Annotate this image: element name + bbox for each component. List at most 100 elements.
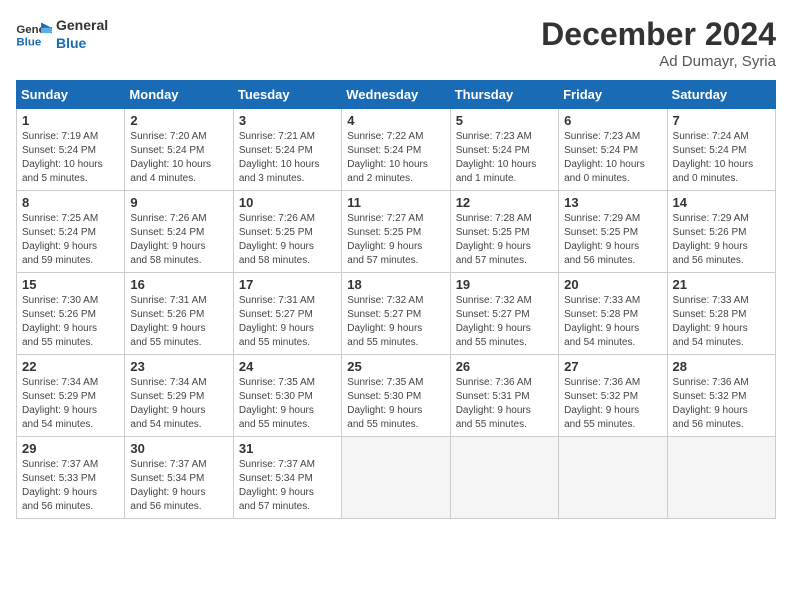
day-info: Sunrise: 7:26 AM Sunset: 5:25 PM Dayligh…: [239, 212, 336, 268]
day-number: 14: [673, 195, 770, 210]
day-number: 31: [239, 441, 336, 456]
location: Ad Dumayr, Syria: [541, 53, 776, 70]
calendar-cell-30: 30 Sunrise: 7:37 AM Sunset: 5:34 PM Dayli…: [125, 437, 233, 519]
day-number: 27: [564, 359, 661, 374]
calendar-cell-17: 17 Sunrise: 7:31 AM Sunset: 5:27 PM Dayli…: [233, 273, 341, 355]
day-number: 10: [239, 195, 336, 210]
day-info: Sunrise: 7:35 AM Sunset: 5:30 PM Dayligh…: [239, 376, 336, 432]
page-header: General Blue General Blue December 2024 …: [16, 16, 776, 70]
svg-text:Blue: Blue: [16, 37, 41, 49]
calendar-cell-24: 24 Sunrise: 7:35 AM Sunset: 5:30 PM Dayli…: [233, 355, 341, 437]
day-info: Sunrise: 7:22 AM Sunset: 5:24 PM Dayligh…: [347, 130, 444, 186]
day-number: 25: [347, 359, 444, 374]
calendar-cell-3: 3 Sunrise: 7:21 AM Sunset: 5:24 PM Daylig…: [233, 109, 341, 191]
calendar-cell-14: 14Sunrise: 7:29 AM Sunset: 5:26 PM Dayli…: [667, 191, 775, 273]
calendar-cell-19: 19 Sunrise: 7:32 AM Sunset: 5:27 PM Dayli…: [450, 273, 558, 355]
day-number: 28: [673, 359, 770, 374]
day-info: Sunrise: 7:32 AM Sunset: 5:27 PM Dayligh…: [347, 294, 444, 350]
day-info: Sunrise: 7:33 AM Sunset: 5:28 PM Dayligh…: [564, 294, 661, 350]
day-info: Sunrise: 7:34 AM Sunset: 5:29 PM Dayligh…: [130, 376, 227, 432]
day-info: Sunrise: 7:28 AM Sunset: 5:25 PM Dayligh…: [456, 212, 553, 268]
day-info: Sunrise: 7:36 AM Sunset: 5:32 PM Dayligh…: [673, 376, 770, 432]
day-number: 30: [130, 441, 227, 456]
day-info: Sunrise: 7:19 AM Sunset: 5:24 PM Dayligh…: [22, 130, 119, 186]
calendar-cell-6: 6 Sunrise: 7:23 AM Sunset: 5:24 PM Daylig…: [559, 109, 667, 191]
empty-cell: [450, 437, 558, 519]
calendar-cell-22: 22 Sunrise: 7:34 AM Sunset: 5:29 PM Dayli…: [17, 355, 125, 437]
calendar-cell-9: 9 Sunrise: 7:26 AM Sunset: 5:24 PM Daylig…: [125, 191, 233, 273]
day-number: 2: [130, 113, 227, 128]
day-info: Sunrise: 7:21 AM Sunset: 5:24 PM Dayligh…: [239, 130, 336, 186]
calendar-cell-29: 29 Sunrise: 7:37 AM Sunset: 5:33 PM Dayli…: [17, 437, 125, 519]
day-info: Sunrise: 7:26 AM Sunset: 5:24 PM Dayligh…: [130, 212, 227, 268]
logo-subtext: Blue: [56, 34, 108, 52]
day-number: 9: [130, 195, 227, 210]
day-info: Sunrise: 7:31 AM Sunset: 5:26 PM Dayligh…: [130, 294, 227, 350]
day-number: 26: [456, 359, 553, 374]
calendar-cell-18: 18 Sunrise: 7:32 AM Sunset: 5:27 PM Dayli…: [342, 273, 450, 355]
calendar-cell-25: 25 Sunrise: 7:35 AM Sunset: 5:30 PM Dayli…: [342, 355, 450, 437]
title-block: December 2024 Ad Dumayr, Syria: [541, 16, 776, 70]
day-number: 3: [239, 113, 336, 128]
day-number: 11: [347, 195, 444, 210]
logo-text: General: [56, 16, 108, 34]
day-number: 8: [22, 195, 119, 210]
month-title: December 2024: [541, 16, 776, 53]
day-number: 16: [130, 277, 227, 292]
day-number: 19: [456, 277, 553, 292]
day-info: Sunrise: 7:30 AM Sunset: 5:26 PM Dayligh…: [22, 294, 119, 350]
weekday-header-friday: Friday: [559, 81, 667, 109]
day-number: 6: [564, 113, 661, 128]
day-info: Sunrise: 7:23 AM Sunset: 5:24 PM Dayligh…: [564, 130, 661, 186]
day-number: 24: [239, 359, 336, 374]
day-number: 29: [22, 441, 119, 456]
day-number: 18: [347, 277, 444, 292]
empty-cell: [559, 437, 667, 519]
calendar-cell-8: 8 Sunrise: 7:25 AM Sunset: 5:24 PM Daylig…: [17, 191, 125, 273]
day-number: 4: [347, 113, 444, 128]
day-number: 17: [239, 277, 336, 292]
day-info: Sunrise: 7:29 AM Sunset: 5:25 PM Dayligh…: [564, 212, 661, 268]
calendar-cell-16: 16 Sunrise: 7:31 AM Sunset: 5:26 PM Dayli…: [125, 273, 233, 355]
day-info: Sunrise: 7:25 AM Sunset: 5:24 PM Dayligh…: [22, 212, 119, 268]
day-number: 13: [564, 195, 661, 210]
logo-icon: General Blue: [16, 19, 52, 49]
day-number: 12: [456, 195, 553, 210]
empty-cell: [667, 437, 775, 519]
calendar-cell-26: 26 Sunrise: 7:36 AM Sunset: 5:31 PM Dayli…: [450, 355, 558, 437]
weekday-header-sunday: Sunday: [17, 81, 125, 109]
day-info: Sunrise: 7:36 AM Sunset: 5:31 PM Dayligh…: [456, 376, 553, 432]
calendar-cell-15: 15 Sunrise: 7:30 AM Sunset: 5:26 PM Dayli…: [17, 273, 125, 355]
day-info: Sunrise: 7:24 AM Sunset: 5:24 PM Dayligh…: [673, 130, 770, 186]
day-info: Sunrise: 7:34 AM Sunset: 5:29 PM Dayligh…: [22, 376, 119, 432]
day-info: Sunrise: 7:20 AM Sunset: 5:24 PM Dayligh…: [130, 130, 227, 186]
day-number: 20: [564, 277, 661, 292]
day-info: Sunrise: 7:33 AM Sunset: 5:28 PM Dayligh…: [673, 294, 770, 350]
calendar-cell-11: 11Sunrise: 7:27 AM Sunset: 5:25 PM Dayli…: [342, 191, 450, 273]
calendar-cell-27: 27Sunrise: 7:36 AM Sunset: 5:32 PM Dayli…: [559, 355, 667, 437]
day-info: Sunrise: 7:35 AM Sunset: 5:30 PM Dayligh…: [347, 376, 444, 432]
day-info: Sunrise: 7:37 AM Sunset: 5:33 PM Dayligh…: [22, 458, 119, 514]
logo: General Blue General Blue: [16, 16, 108, 52]
calendar-cell-13: 13 Sunrise: 7:29 AM Sunset: 5:25 PM Dayli…: [559, 191, 667, 273]
day-info: Sunrise: 7:37 AM Sunset: 5:34 PM Dayligh…: [239, 458, 336, 514]
calendar-cell-4: 4 Sunrise: 7:22 AM Sunset: 5:24 PM Daylig…: [342, 109, 450, 191]
day-number: 22: [22, 359, 119, 374]
day-info: Sunrise: 7:31 AM Sunset: 5:27 PM Dayligh…: [239, 294, 336, 350]
weekday-header-thursday: Thursday: [450, 81, 558, 109]
calendar-cell-20: 20 Sunrise: 7:33 AM Sunset: 5:28 PM Dayli…: [559, 273, 667, 355]
day-info: Sunrise: 7:37 AM Sunset: 5:34 PM Dayligh…: [130, 458, 227, 514]
calendar-cell-21: 21 Sunrise: 7:33 AM Sunset: 5:28 PM Dayli…: [667, 273, 775, 355]
weekday-header-tuesday: Tuesday: [233, 81, 341, 109]
weekday-header-wednesday: Wednesday: [342, 81, 450, 109]
day-number: 21: [673, 277, 770, 292]
calendar-cell-28: 28 Sunrise: 7:36 AM Sunset: 5:32 PM Dayli…: [667, 355, 775, 437]
day-info: Sunrise: 7:32 AM Sunset: 5:27 PM Dayligh…: [456, 294, 553, 350]
day-number: 15: [22, 277, 119, 292]
weekday-header-saturday: Saturday: [667, 81, 775, 109]
calendar-cell-2: 2 Sunrise: 7:20 AM Sunset: 5:24 PM Daylig…: [125, 109, 233, 191]
calendar-cell-23: 23Sunrise: 7:34 AM Sunset: 5:29 PM Dayli…: [125, 355, 233, 437]
calendar-cell-1: 1Sunrise: 7:19 AM Sunset: 5:24 PM Daylig…: [17, 109, 125, 191]
calendar-cell-10: 10 Sunrise: 7:26 AM Sunset: 5:25 PM Dayli…: [233, 191, 341, 273]
day-info: Sunrise: 7:23 AM Sunset: 5:24 PM Dayligh…: [456, 130, 553, 186]
